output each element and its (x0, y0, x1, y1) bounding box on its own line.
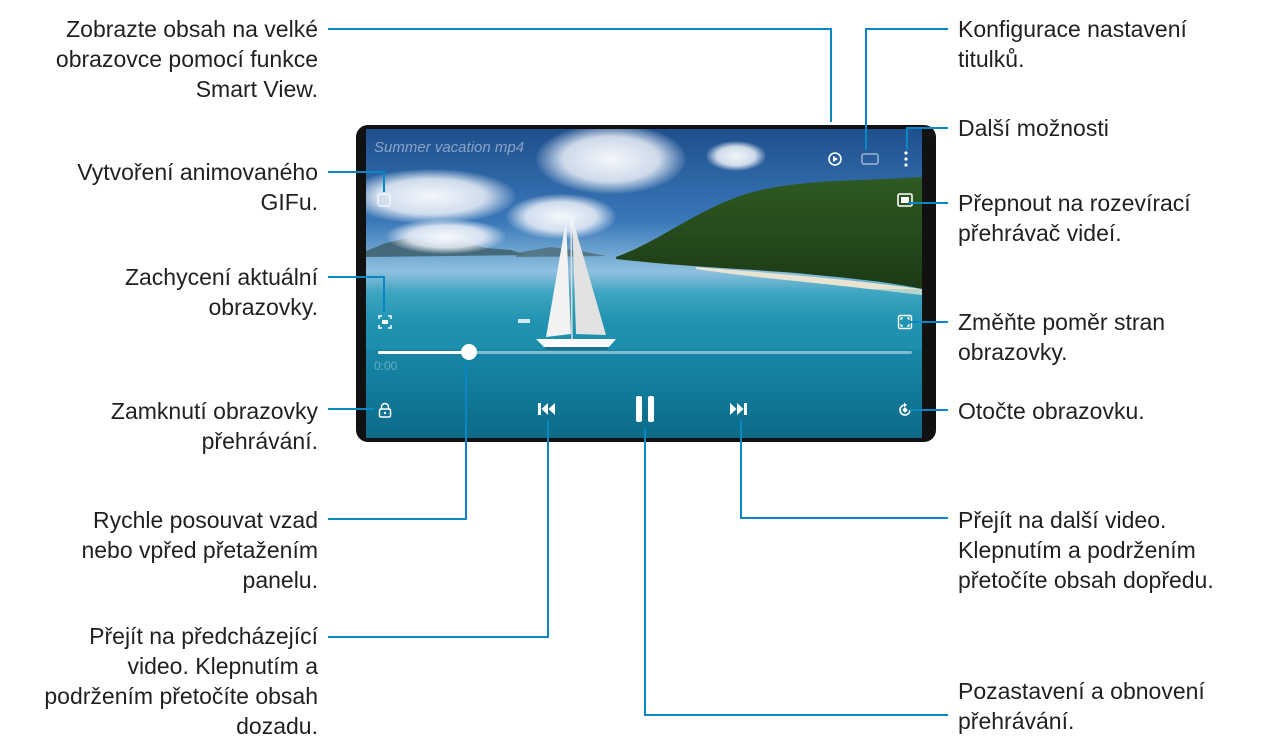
leader-lines (328, 28, 948, 716)
leader-line-smart-view (328, 28, 832, 122)
leader-line-seek (328, 362, 467, 520)
leader-line-previous (328, 420, 549, 638)
leader-line-next (740, 420, 948, 519)
leader-line-gif (328, 171, 385, 192)
leader-line-more (906, 127, 948, 150)
leader-line-pause (644, 428, 948, 716)
leader-line-capture (328, 276, 385, 312)
